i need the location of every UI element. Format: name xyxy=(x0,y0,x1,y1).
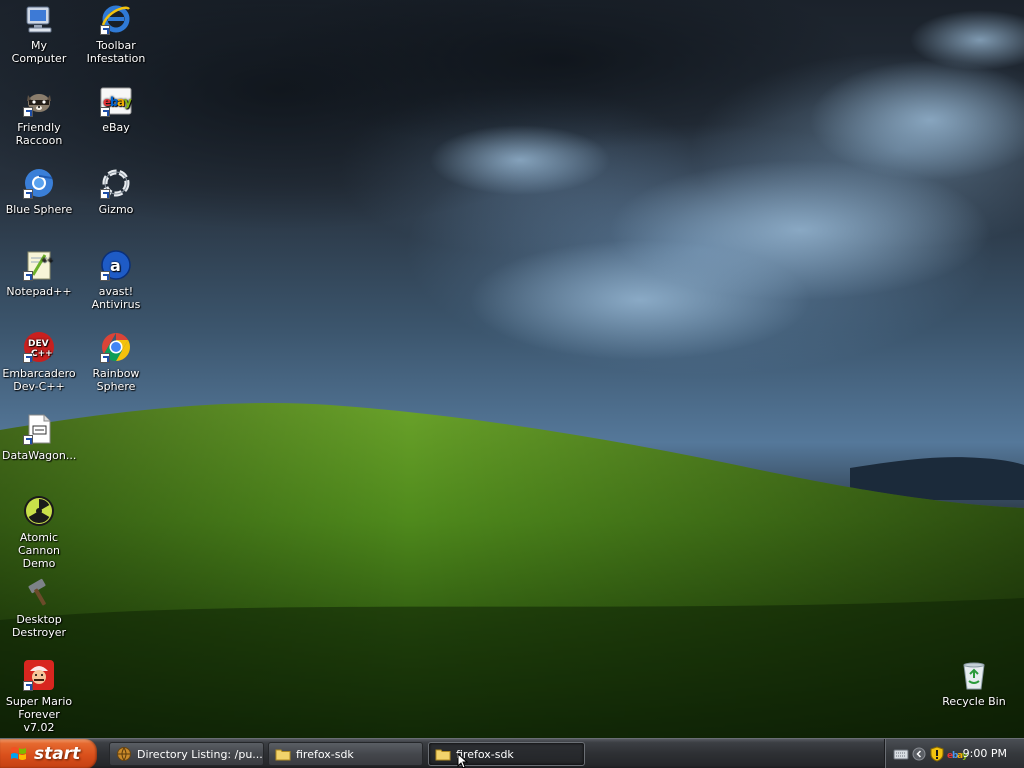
desktop-icon-toolbar-infestation[interactable]: Toolbar Infestation xyxy=(77,3,155,65)
desktop-icon-friendly-raccoon[interactable]: Friendly Raccoon xyxy=(0,85,78,147)
keyboard-icon[interactable] xyxy=(893,746,909,762)
security-shield-icon[interactable] xyxy=(930,746,944,762)
radiation-icon xyxy=(24,496,54,526)
desktop-icon-recycle-bin[interactable]: Recycle Bin xyxy=(935,659,1013,708)
taskbar-button-firefox-sdk[interactable]: firefox-sdk xyxy=(268,742,423,766)
browser-icon xyxy=(117,747,131,761)
desktop-icon-label: DataWagon... xyxy=(2,449,77,462)
desktop-icon-label: eBay xyxy=(102,121,130,134)
desktop-icon-ebay[interactable]: e b a y eBay xyxy=(77,85,155,134)
desktop-icon-label: Super Mario Forever v7.02 xyxy=(5,695,73,734)
svg-text:y: y xyxy=(124,95,132,109)
desktop-icon-label: avast! Antivirus xyxy=(91,285,141,311)
taskbar-button-directory-listing[interactable]: Directory Listing: /pu... xyxy=(109,742,264,766)
taskbar-button-label: firefox-sdk xyxy=(296,747,354,761)
shortcut-arrow-icon xyxy=(100,107,110,117)
svg-text:++: ++ xyxy=(41,256,53,264)
desktop-icon-atomic-cannon-demo[interactable]: Atomic Cannon Demo xyxy=(0,495,78,570)
desktop-icon-embarcadero-dev-cpp[interactable]: DEV C++ Embarcadero Dev-C++ xyxy=(0,331,78,393)
desktop-icon-label: Rainbow Sphere xyxy=(92,367,140,393)
system-tray: e b a y 9:00 PM xyxy=(884,739,1024,768)
desktop-icon-label: Atomic Cannon Demo xyxy=(17,531,61,570)
svg-text:a: a xyxy=(110,256,121,275)
shortcut-arrow-icon xyxy=(23,189,33,199)
shortcut-arrow-icon xyxy=(100,353,110,363)
shortcut-arrow-icon xyxy=(100,271,110,281)
system-clock[interactable]: 9:00 PM xyxy=(963,747,1007,760)
desktop-icon-avast-antivirus[interactable]: a avast! Antivirus xyxy=(77,249,155,311)
desktop-icon-label: Gizmo xyxy=(98,203,134,216)
desktop-icon-my-computer[interactable]: My Computer xyxy=(0,3,78,65)
shortcut-arrow-icon xyxy=(23,107,33,117)
shortcut-arrow-icon xyxy=(23,353,33,363)
desktop-icon-rainbow-sphere[interactable]: Rainbow Sphere xyxy=(77,331,155,393)
desktop-icon-label: Friendly Raccoon xyxy=(15,121,63,147)
desktop-icon-datawagon[interactable]: DataWagon... xyxy=(0,413,78,462)
svg-text:DEV: DEV xyxy=(28,339,49,349)
shortcut-arrow-icon xyxy=(100,25,110,35)
show-hidden-icons-chevron[interactable] xyxy=(912,746,926,762)
start-button[interactable]: start xyxy=(0,739,97,768)
taskbar: start Directory Listing: /pu... firefox-… xyxy=(0,738,1024,768)
desktop-icon-desktop-destroyer[interactable]: Desktop Destroyer xyxy=(0,577,78,639)
mouse-cursor-icon xyxy=(457,753,469,768)
start-label: start xyxy=(34,744,81,764)
shortcut-arrow-icon xyxy=(23,435,33,445)
shortcut-arrow-icon xyxy=(23,681,33,691)
desktop-icon-label: Notepad++ xyxy=(6,285,72,298)
windows-flag-icon xyxy=(11,747,26,760)
folder-icon xyxy=(435,749,451,761)
desktop-icon-super-mario-forever[interactable]: Super Mario Forever v7.02 xyxy=(0,659,78,734)
my-computer-icon xyxy=(26,6,52,33)
desktop-icon-label: Embarcadero Dev-C++ xyxy=(2,367,76,393)
folder-icon xyxy=(275,749,291,761)
recycle-bin-icon xyxy=(963,662,985,690)
shortcut-arrow-icon xyxy=(23,271,33,281)
taskbar-button-label: Directory Listing: /pu... xyxy=(137,747,263,761)
hammer-icon xyxy=(28,578,46,606)
desktop-icon-notepad-plus-plus[interactable]: ++ Notepad++ xyxy=(0,249,78,298)
desktop-icon-label: Desktop Destroyer xyxy=(11,613,67,639)
desktop-icon-label: Recycle Bin xyxy=(942,695,1006,708)
svg-text:C++: C++ xyxy=(31,349,53,359)
desktop-icon-label: My Computer xyxy=(11,39,67,65)
desktop-icon-blue-sphere[interactable]: Blue Sphere xyxy=(0,167,78,216)
desktop-icon-label: Blue Sphere xyxy=(5,203,73,216)
taskbar-button-firefox-sdk-active[interactable]: firefox-sdk xyxy=(428,742,585,766)
desktop-icon-label: Toolbar Infestation xyxy=(86,39,146,65)
shortcut-arrow-icon xyxy=(100,189,110,199)
desktop-icon-gizmo[interactable]: Gizmo xyxy=(77,167,155,216)
